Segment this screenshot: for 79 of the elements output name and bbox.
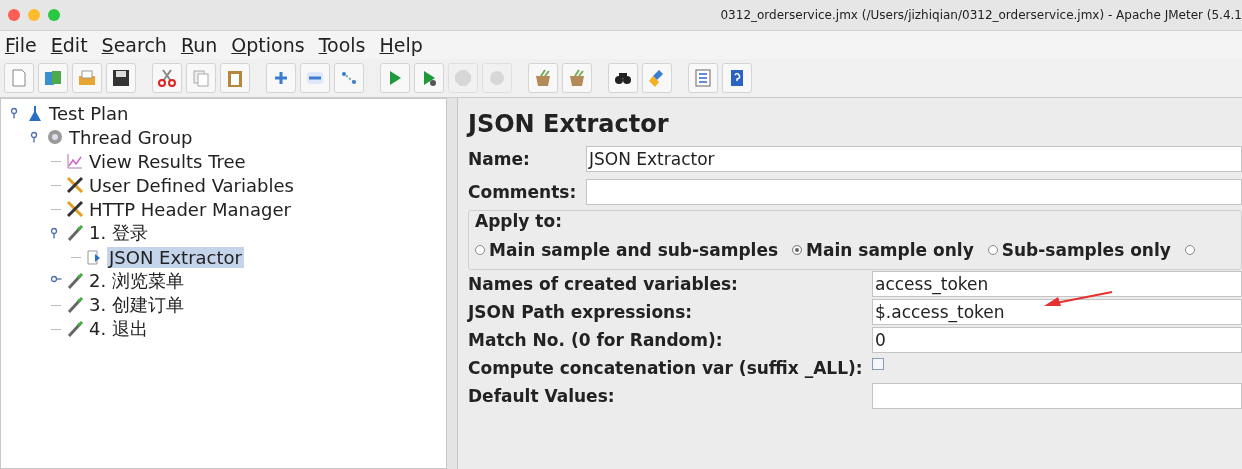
pipette-icon [66, 272, 84, 290]
radio-button[interactable] [987, 245, 998, 255]
blank-page-icon [9, 68, 29, 88]
copy-icon [191, 68, 211, 88]
radio-button[interactable] [1184, 245, 1195, 255]
window-title: 0312_orderservice.jmx (/Users/jizhiqian/0312_orderservice.jmx) - Apache JMeter (5.4.1 [720, 8, 1242, 22]
broom-basket-icon [533, 68, 553, 88]
expand-button[interactable] [266, 63, 296, 93]
menu-item[interactable]: Options [231, 34, 305, 56]
templates-button[interactable] [38, 63, 68, 93]
radio-label[interactable]: Sub-samples only [1001, 240, 1171, 260]
paste-button[interactable] [220, 63, 250, 93]
cut-button[interactable] [152, 63, 182, 93]
save-button[interactable] [106, 63, 136, 93]
tree-item[interactable]: Thread Group [67, 126, 195, 148]
tree-item[interactable]: 2. 浏览菜单 [87, 269, 186, 293]
clear-all-button[interactable] [562, 63, 592, 93]
text-field[interactable] [872, 383, 1242, 409]
field-label: Comments: [468, 181, 578, 202]
field-label: Match No. (0 for Random): [468, 330, 724, 350]
toggle-button[interactable] [334, 63, 364, 93]
group-legend: Apply to: [475, 211, 1241, 235]
function-helper-button[interactable] [688, 63, 718, 93]
name-field[interactable]: JSON Extractor [586, 145, 1242, 172]
zoom-button[interactable] [48, 9, 60, 21]
wrench-icon [66, 176, 84, 194]
field-label: JSON Path expressions: [468, 302, 694, 322]
wrench-icon [66, 200, 84, 218]
text-field[interactable]: $.access_token [872, 299, 1242, 325]
tree-item[interactable]: HTTP Header Manager [87, 198, 293, 220]
folder-icon [77, 68, 97, 88]
broom-basket-icon [567, 68, 587, 88]
radio-label[interactable]: Main sample only [806, 240, 974, 260]
start-no-pauses-button[interactable] [414, 63, 444, 93]
tree-item[interactable]: 1. 登录 [87, 221, 150, 245]
menu-item[interactable]: Tools [318, 34, 366, 56]
field-label: Name: [468, 148, 531, 169]
menu-item[interactable]: Run [180, 34, 218, 56]
radio-label[interactable]: Main sample and sub-samples [489, 240, 779, 260]
gear-icon [46, 128, 64, 146]
tree-item[interactable]: JSON Extractor [107, 246, 244, 268]
pipette-icon [66, 296, 84, 314]
scissors-icon [157, 68, 177, 88]
chart-icon [66, 152, 84, 170]
new-button[interactable] [4, 63, 34, 93]
pipette-icon [66, 320, 84, 338]
start-button[interactable] [380, 63, 410, 93]
list-icon [693, 68, 713, 88]
field-label: Names of created variables: [468, 274, 739, 294]
clipboard-icon [225, 68, 245, 88]
reset-search-button[interactable] [642, 63, 672, 93]
circle-icon [487, 68, 507, 88]
radio-button[interactable] [792, 245, 803, 255]
clear-button[interactable] [528, 63, 558, 93]
close-button[interactable] [8, 9, 20, 21]
text-field[interactable]: 0 [872, 327, 1242, 353]
menu-item[interactable]: Edit [50, 34, 88, 56]
tree-item[interactable]: 3. 创建订单 [87, 293, 186, 317]
stop-icon [453, 68, 473, 88]
field-label: Compute concatenation var (suffix _ALL): [468, 358, 864, 378]
tree-item[interactable]: User Defined Variables [87, 174, 296, 196]
tree-item[interactable]: 4. 退出 [87, 317, 150, 341]
field-label: Default Values: [468, 386, 616, 406]
menu-item[interactable]: File [5, 34, 37, 56]
panel-title: JSON Extractor [468, 109, 670, 140]
tree-item[interactable]: View Results Tree [87, 150, 248, 172]
flask-icon [26, 104, 44, 122]
pipette-icon [66, 224, 84, 242]
books-icon [43, 68, 63, 88]
checkbox[interactable] [872, 358, 884, 370]
help-button[interactable] [722, 63, 752, 93]
text-field[interactable]: access_token [872, 271, 1242, 297]
search-button[interactable] [608, 63, 638, 93]
collapse-button[interactable] [300, 63, 330, 93]
radio-button[interactable] [475, 245, 485, 255]
menu-item[interactable]: Search [101, 34, 167, 56]
tree-item[interactable]: Test Plan [47, 102, 131, 124]
menu-item[interactable]: Help [379, 34, 423, 56]
comments-field[interactable] [586, 178, 1242, 205]
